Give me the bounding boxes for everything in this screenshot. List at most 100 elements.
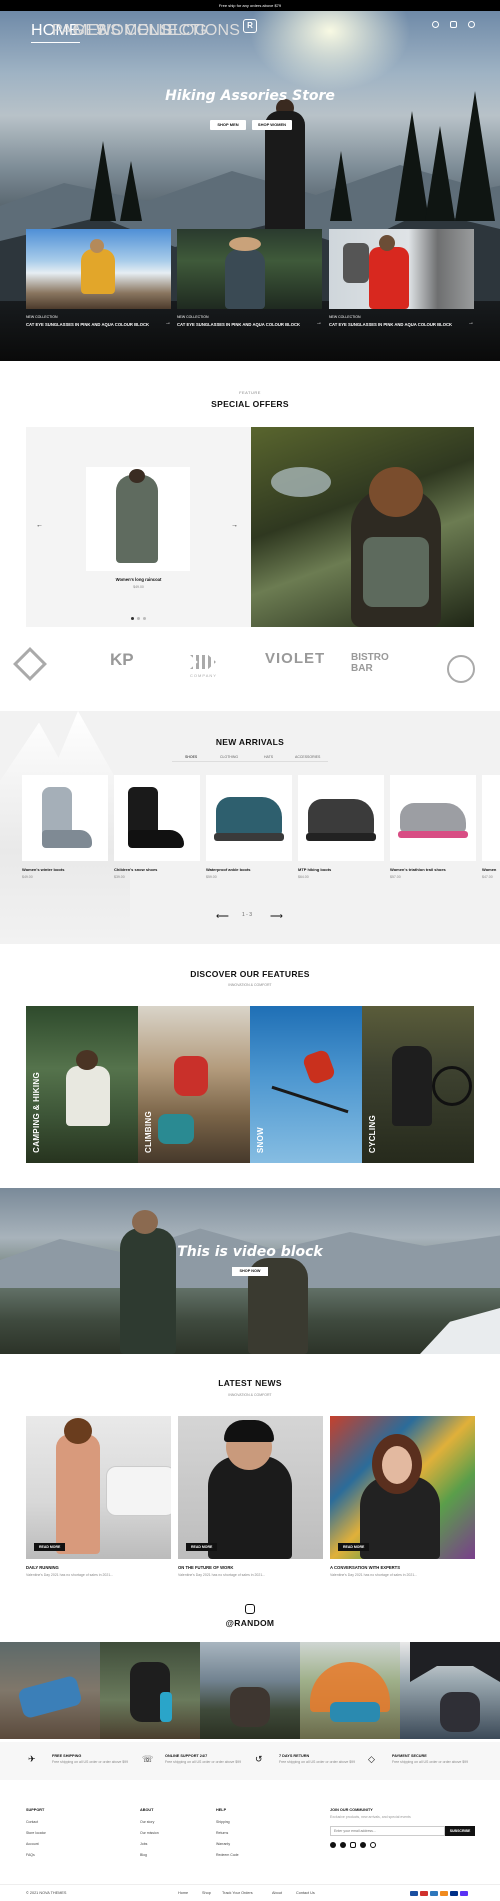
footer-link[interactable]: Store locator	[26, 1831, 46, 1835]
arrivals-title: NEW ARRIVALS	[215, 737, 285, 747]
news-card-title[interactable]: A CONVERSATION WITH EXPERTS	[330, 1565, 475, 1570]
instagram-image[interactable]	[200, 1642, 300, 1739]
news-card-title[interactable]: DAILY RUNNING	[26, 1565, 171, 1570]
twitter-icon[interactable]	[360, 1842, 366, 1848]
instagram-image[interactable]	[0, 1642, 100, 1739]
hiker-hair	[369, 467, 423, 517]
bottom-link[interactable]: Track Your Orders	[222, 1891, 253, 1895]
feature-camping[interactable]: CAMPING & HIKING	[26, 1006, 138, 1163]
video-title: This is video block	[177, 1244, 323, 1260]
product-name[interactable]: Women's long raincoat	[26, 577, 251, 582]
bottom-link[interactable]: Shop	[202, 1891, 211, 1895]
shop-now-button[interactable]: SHOP NOW	[232, 1267, 268, 1276]
footer-link[interactable]: Account	[26, 1842, 46, 1846]
product-image	[390, 775, 476, 861]
collection-card[interactable]: NEW COLLECTION CAT EYE SUNGLASSES IN PIN…	[177, 229, 322, 328]
cart-icon[interactable]	[450, 21, 457, 28]
video-block[interactable]: This is video block SHOP NOW	[0, 1188, 500, 1354]
plane-icon: ✈	[28, 1754, 36, 1764]
tab-clothing[interactable]: CLOTHING	[220, 755, 238, 759]
news-card[interactable]: READ MORE A CONVERSATION WITH EXPERTS Va…	[330, 1416, 475, 1577]
subscribe-button[interactable]: SUBSCRIBE	[445, 1826, 475, 1836]
bottom-link[interactable]: Contact Us	[296, 1891, 315, 1895]
arrow-right-icon[interactable]: →	[316, 320, 322, 326]
read-more-button[interactable]: READ MORE	[34, 1543, 66, 1551]
arrow-right-icon[interactable]: →	[165, 320, 171, 326]
footer-link[interactable]: Blog	[140, 1853, 159, 1857]
footer-link[interactable]: FAQs	[26, 1853, 46, 1857]
facebook-icon[interactable]	[330, 1842, 336, 1848]
feature-cycling[interactable]: CYCLING	[362, 1006, 474, 1163]
read-more-button[interactable]: READ MORE	[186, 1543, 218, 1551]
product-card[interactable]: Women's winter boots $49.00	[22, 775, 108, 879]
arrow-right-icon[interactable]: →	[468, 320, 474, 326]
product-card[interactable]: Children's snow shoes $39.00	[114, 775, 200, 879]
shoppay-icon	[460, 1891, 468, 1896]
brand-logo[interactable]	[190, 655, 216, 669]
footer-link[interactable]: Jobs	[140, 1842, 159, 1846]
tab-accessories[interactable]: ACCESSORIES	[295, 755, 320, 759]
product-image[interactable]	[86, 467, 190, 571]
pinterest-icon[interactable]	[340, 1842, 346, 1848]
brand-logo[interactable]	[447, 655, 475, 683]
collection-card-title: CAT EYE SUNGLASSES IN PINK AND AQUA COLO…	[177, 322, 300, 327]
news-card[interactable]: READ MORE ON THE FUTURE OF WORK Valentin…	[178, 1416, 323, 1577]
slider-dot[interactable]	[131, 617, 134, 620]
arrow-right-icon[interactable]: ⟶	[270, 911, 283, 922]
product-card[interactable]: Women's triathlon trail shoes $57.00	[390, 775, 476, 879]
footer-link[interactable]: Redeem Code	[216, 1853, 239, 1857]
footer-link[interactable]: Returns	[216, 1831, 239, 1835]
news-card[interactable]: READ MORE DAILY RUNNING Valentine's Day …	[26, 1416, 171, 1577]
instagram-image[interactable]	[100, 1642, 200, 1739]
slider-dot[interactable]	[137, 617, 140, 620]
hero-banner: HOME PAGES MENS WOMENS COLLECTIONS BLOG …	[0, 11, 500, 361]
dribbble-icon[interactable]	[370, 1842, 376, 1848]
nav-blog[interactable]: BLOG	[162, 22, 207, 40]
brand-logo[interactable]	[13, 647, 47, 681]
slider-dot[interactable]	[143, 617, 146, 620]
instagram-image[interactable]	[400, 1642, 500, 1739]
product-card[interactable]: Women $47.00	[482, 775, 500, 879]
service-item: FREE SHIPPING Free shipping on all US or…	[52, 1754, 172, 1764]
bottom-link[interactable]: About	[272, 1891, 282, 1895]
collection-card[interactable]: NEW COLLECTION CAT EYE SUNGLASSES IN PIN…	[26, 229, 171, 328]
arrow-left-icon[interactable]: ⟵	[216, 911, 229, 922]
shop-women-button[interactable]: SHOP WOMEN	[252, 120, 292, 130]
brand-logo[interactable]: BISTRO BAR	[351, 652, 401, 674]
instagram-image[interactable]	[300, 1642, 400, 1739]
footer-link[interactable]: Warranty	[216, 1842, 239, 1846]
instagram-icon[interactable]	[350, 1842, 356, 1848]
footer-link[interactable]: Shipping	[216, 1820, 239, 1824]
brand-logo[interactable]: VIOLET	[265, 650, 325, 667]
footer-link[interactable]: Our story	[140, 1820, 159, 1824]
feature-climbing[interactable]: CLIMBING	[138, 1006, 250, 1163]
settings-icon[interactable]	[468, 21, 475, 28]
shop-men-button[interactable]: SHOP MEN	[210, 120, 246, 130]
bottom-link[interactable]: Home	[178, 1891, 188, 1895]
feature-label: CAMPING & HIKING	[32, 1072, 41, 1153]
hiker-head	[76, 1050, 98, 1070]
service-desc: Free shipping on all US order or order a…	[52, 1760, 129, 1764]
arrow-left-icon[interactable]: ←	[36, 522, 43, 529]
product-price: $49.00	[22, 875, 33, 879]
footer-link[interactable]: Our mission	[140, 1831, 159, 1835]
brand-logo[interactable]: KP	[110, 650, 134, 670]
email-input[interactable]	[330, 1826, 445, 1836]
service-title: PAYMENT SECURE	[392, 1754, 427, 1758]
collection-card[interactable]: NEW COLLECTION CAT EYE SUNGLASSES IN PIN…	[329, 229, 474, 328]
tent-frame	[410, 1642, 500, 1682]
mastercard-icon	[420, 1891, 428, 1896]
arrow-right-icon[interactable]: →	[231, 522, 238, 529]
news-card-title[interactable]: ON THE FUTURE OF WORK	[178, 1565, 323, 1570]
skier	[301, 1048, 337, 1086]
search-icon[interactable]	[432, 21, 439, 28]
product-card[interactable]: Waterproof ankle boots $59.00	[206, 775, 292, 879]
product-card[interactable]: MTP hiking boots $64.00	[298, 775, 384, 879]
tab-hats[interactable]: HATS	[264, 755, 273, 759]
climber-jacket	[174, 1056, 208, 1096]
read-more-button[interactable]: READ MORE	[338, 1543, 370, 1551]
site-logo[interactable]: R	[243, 19, 257, 33]
footer-link[interactable]: Contact	[26, 1820, 46, 1824]
instagram-icon[interactable]	[245, 1604, 255, 1614]
feature-snow[interactable]: SNOW	[250, 1006, 362, 1163]
